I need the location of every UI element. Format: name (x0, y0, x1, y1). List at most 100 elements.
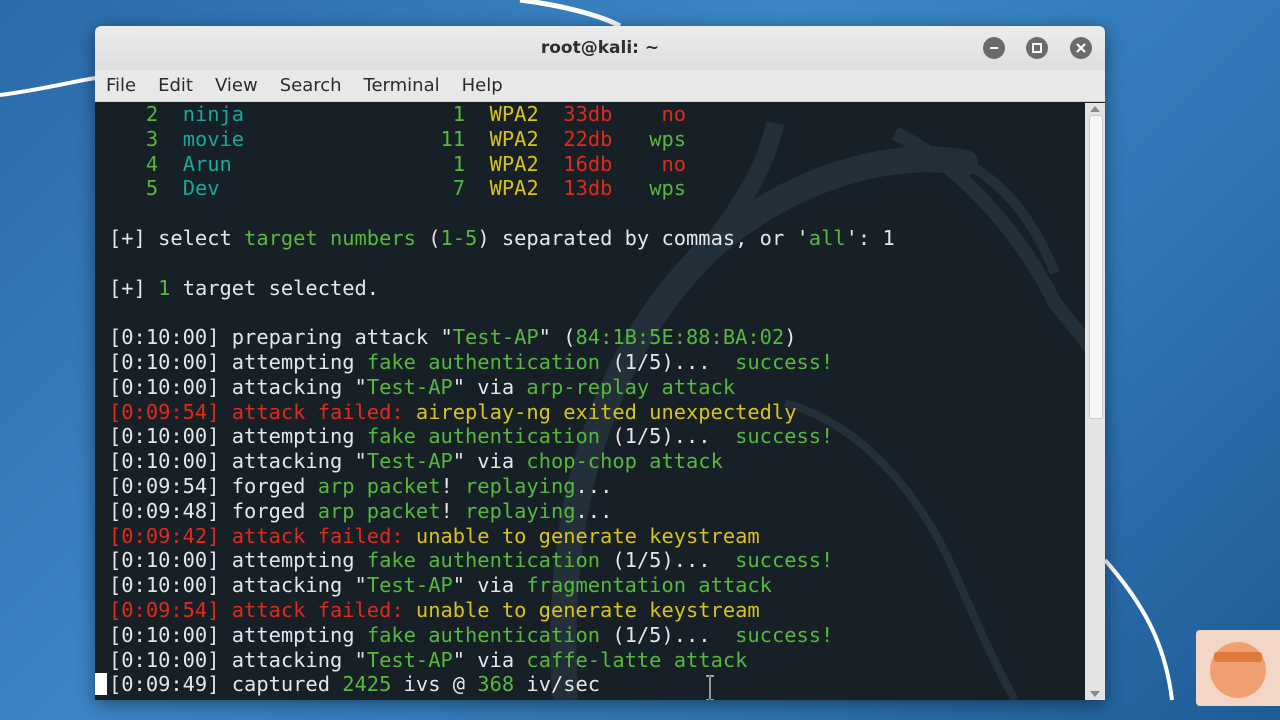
terminal-text: " via (452, 449, 527, 474)
terminal-text: caffe-latte attack (526, 647, 748, 672)
terminal-text: " ( (538, 325, 576, 350)
terminal-text: Arun (182, 151, 232, 176)
terminal-text: 13db (563, 176, 613, 201)
terminal-text: (1/5)... (600, 424, 736, 449)
maximize-icon (1032, 43, 1042, 53)
terminal-window: root@kali: ~ File Edit View Search Termi… (95, 26, 1105, 700)
terminal-text: (1/5)... (600, 349, 736, 374)
terminal-text: [0:10:00] attempting (109, 622, 367, 647)
terminal-text: WPA2 (489, 176, 539, 201)
scroll-up-icon[interactable] (1090, 106, 1100, 112)
terminal-line: [0:10:00] attacking "Test-AP" via chop-c… (109, 449, 895, 474)
terminal-text: success! (735, 548, 834, 573)
terminal-lines: 2 ninja 1 WPA2 33db no 3 movie 11 WPA2 2… (109, 103, 895, 697)
terminal-line: 5 Dev 7 WPA2 13db wps (109, 176, 895, 201)
terminal-text: (1/5)... (600, 622, 736, 647)
terminal-text: 1-5 (440, 225, 478, 250)
menu-view[interactable]: View (215, 75, 258, 96)
menu-terminal[interactable]: Terminal (364, 75, 440, 96)
terminal-line: 4 Arun 1 WPA2 16db no (109, 152, 895, 177)
terminal-line: [+] select target numbers (1-5) separate… (109, 226, 895, 251)
minimize-icon (990, 47, 998, 49)
terminal-text: iv/sec (514, 672, 601, 697)
scrollbar-thumb[interactable] (1089, 115, 1103, 419)
terminal-text: 7 (452, 176, 466, 201)
terminal-text: arp packet (317, 498, 441, 523)
terminal-text: [+] (109, 275, 159, 300)
close-icon (1076, 43, 1086, 53)
vertical-scrollbar[interactable] (1085, 103, 1105, 700)
terminal-text: success! (735, 424, 834, 449)
terminal-line: [0:10:00] attempting fake authentication… (109, 424, 895, 449)
terminal-text: 1 (452, 103, 466, 126)
menu-file[interactable]: File (106, 75, 136, 96)
terminal-cursor (95, 673, 107, 695)
terminal-line: [0:10:00] attacking "Test-AP" via caffe-… (109, 648, 895, 673)
terminal-line: [0:09:49] captured 2425 ivs @ 368 iv/sec (109, 672, 895, 697)
terminal-text: ninja (182, 103, 245, 126)
maximize-button[interactable] (1026, 37, 1048, 59)
terminal-line: [+] 1 target selected. (109, 276, 895, 301)
terminal-text: fragmentation attack (526, 573, 772, 598)
terminal-text: 368 (477, 672, 515, 697)
terminal-line: [0:09:54] forged arp packet! replaying..… (109, 474, 895, 499)
terminal-text: no (661, 103, 687, 126)
terminal-text: WPA2 (489, 151, 539, 176)
menu-search[interactable]: Search (280, 75, 342, 96)
terminal-text: no (661, 151, 687, 176)
terminal-text: Test-AP (366, 374, 453, 399)
terminal-text: ivs @ (391, 672, 478, 697)
minimize-button[interactable] (983, 37, 1005, 59)
terminal-text: Test-AP (366, 573, 453, 598)
terminal-text: 84:1B:5E:88:BA:02 (575, 325, 785, 350)
terminal-text: [0:09:42] attack failed: (109, 523, 404, 548)
terminal-text: 4 (145, 151, 159, 176)
terminal-text: unable to generate keystream (403, 597, 760, 622)
terminal-text: [0:10:00] attempting (109, 349, 367, 374)
terminal-text: fake authentication (366, 622, 601, 647)
terminal-text: success! (735, 622, 834, 647)
terminal-text: " via (452, 647, 527, 672)
terminal-text: wps (649, 126, 687, 151)
terminal-text: 2 (145, 103, 159, 126)
scroll-down-icon[interactable] (1090, 691, 1100, 697)
terminal-text: arp-replay attack (526, 374, 736, 399)
terminal-text: 33db (563, 103, 613, 126)
terminal-text: [0:10:00] attempting (109, 424, 367, 449)
menu-bar: File Edit View Search Terminal Help (95, 70, 1105, 102)
menu-help[interactable]: Help (462, 75, 503, 96)
terminal-text: (1/5)... (600, 548, 736, 573)
terminal-text: WPA2 (489, 126, 539, 151)
terminal-text: Dev (182, 176, 220, 201)
title-bar[interactable]: root@kali: ~ (95, 26, 1105, 70)
terminal-line: [0:09:42] attack failed: unable to gener… (109, 524, 895, 549)
terminal-line: [0:09:54] attack failed: aireplay-ng exi… (109, 400, 895, 425)
menu-edit[interactable]: Edit (158, 75, 193, 96)
terminal-text: wps (649, 176, 687, 201)
terminal-text: replaying (465, 473, 576, 498)
terminal-text: [0:09:54] attack failed: (109, 399, 404, 424)
terminal-text: ': 1 (845, 225, 895, 250)
terminal-text: 22db (563, 126, 613, 151)
terminal-text: ! (440, 498, 466, 523)
terminal-output[interactable]: 2 ninja 1 WPA2 33db no 3 movie 11 WPA2 2… (95, 103, 1085, 700)
terminal-text: [0:10:00] attacking " (109, 647, 367, 672)
terminal-text: arp packet (317, 473, 441, 498)
terminal-line: [0:10:00] attacking "Test-AP" via fragme… (109, 573, 895, 598)
close-button[interactable] (1070, 37, 1092, 59)
terminal-line: [0:09:48] forged arp packet! replaying..… (109, 499, 895, 524)
terminal-text: movie (182, 126, 245, 151)
